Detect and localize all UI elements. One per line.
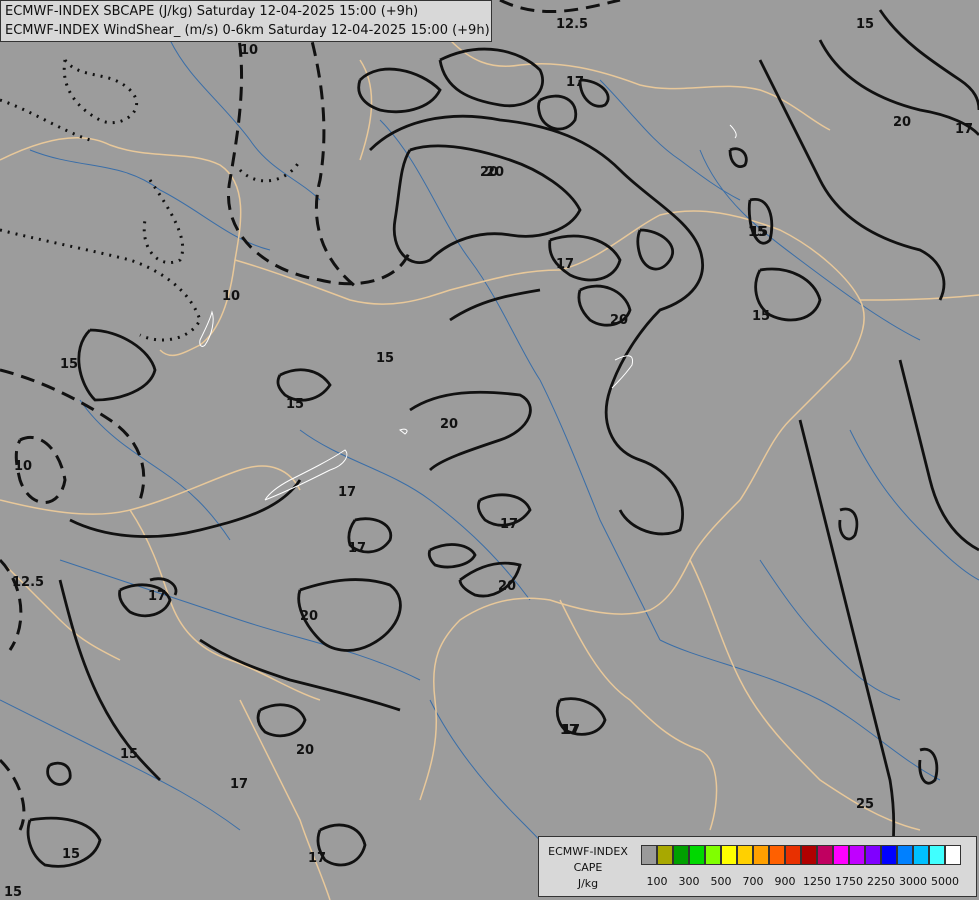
contour-label: 20: [296, 743, 314, 758]
legend-swatch: [769, 845, 785, 865]
legend-tick-label: 500: [710, 875, 732, 888]
legend-swatch: [641, 845, 657, 865]
legend-swatch: [737, 845, 753, 865]
legend-swatch: [865, 845, 881, 865]
cape-legend: ECMWF-INDEX CAPE J/kg 100 300 500 700 900 125…: [538, 836, 977, 897]
contour-label: 15: [286, 397, 304, 412]
contour-label: 17: [566, 75, 584, 90]
contour-label: 17: [230, 777, 248, 792]
contour-label: 10: [14, 459, 32, 474]
contour-label: 10: [222, 289, 240, 304]
legend-tick-label: 3000: [899, 875, 927, 888]
legend-ticks: 100 300 500 700 900 1250 1750 2250 3000 5000: [641, 875, 971, 889]
legend-tick-label: 100: [646, 875, 668, 888]
legend-title-line: J/kg: [577, 877, 599, 890]
legend-swatch: [817, 845, 833, 865]
contour-label: 17: [955, 122, 973, 137]
legend-title-line: CAPE: [573, 861, 603, 874]
contour-label: 15: [752, 309, 770, 324]
legend-swatch: [689, 845, 705, 865]
legend-swatch: [657, 845, 673, 865]
contour-label: 15: [60, 357, 78, 372]
map-header: ECMWF-INDEX SBCAPE (J/kg) Saturday 12-04…: [0, 0, 492, 42]
legend-title-line: ECMWF-INDEX: [548, 845, 628, 858]
legend-swatch: [801, 845, 817, 865]
legend-swatch: [897, 845, 913, 865]
contour-label: 15: [120, 747, 138, 762]
contour-label: 20: [498, 579, 516, 594]
legend-swatch: [753, 845, 769, 865]
legend-tick-label: 1750: [835, 875, 863, 888]
legend-swatch: [929, 845, 945, 865]
contour-label: 20: [440, 417, 458, 432]
contour-label: 15: [856, 17, 874, 32]
contour-label: 15: [62, 847, 80, 862]
contour-label: 17: [308, 851, 326, 866]
contour-label: 20: [300, 609, 318, 624]
contour-label: 17: [556, 257, 574, 272]
contour-label: 20: [486, 165, 504, 180]
legend-swatch: [945, 845, 961, 865]
contour-label: 15: [4, 885, 22, 900]
legend-swatch: [721, 845, 737, 865]
contour-label: 17: [348, 541, 366, 556]
header-cape-title: ECMWF-INDEX SBCAPE (J/kg) Saturday 12-04…: [5, 4, 419, 19]
legend-swatch: [833, 845, 849, 865]
legend-tick-label: 1250: [803, 875, 831, 888]
contour-label: 20: [893, 115, 911, 130]
legend-swatch: [673, 845, 689, 865]
legend-swatch: [785, 845, 801, 865]
contour-label: 25: [856, 797, 874, 812]
contour-label: 10: [240, 43, 258, 58]
legend-swatches: [641, 845, 961, 865]
contour-label: 15: [376, 351, 394, 366]
legend-tick-label: 900: [774, 875, 796, 888]
legend-swatch: [913, 845, 929, 865]
contour-label: 15: [750, 225, 768, 240]
contour-label: 17: [338, 485, 356, 500]
contour-label: 20: [610, 313, 628, 328]
contour-label: 17: [560, 723, 578, 738]
legend-tick-label: 300: [678, 875, 700, 888]
contour-label: 12.5: [556, 17, 588, 32]
weather-map: 12.5 15 17 20 10 15 20 17 15 17 20 17 15…: [0, 0, 979, 900]
header-windshear-title: ECMWF-INDEX WindShear_ (m/s) 0-6km Satur…: [5, 23, 490, 38]
contour-label: 12.5: [12, 575, 44, 590]
legend-tick-label: 700: [742, 875, 764, 888]
legend-swatch: [705, 845, 721, 865]
legend-swatch: [849, 845, 865, 865]
contour-label: 17: [500, 517, 518, 532]
contour-label: 17: [148, 589, 166, 604]
legend-swatch: [881, 845, 897, 865]
legend-tick-label: 5000: [931, 875, 959, 888]
legend-tick-label: 2250: [867, 875, 895, 888]
